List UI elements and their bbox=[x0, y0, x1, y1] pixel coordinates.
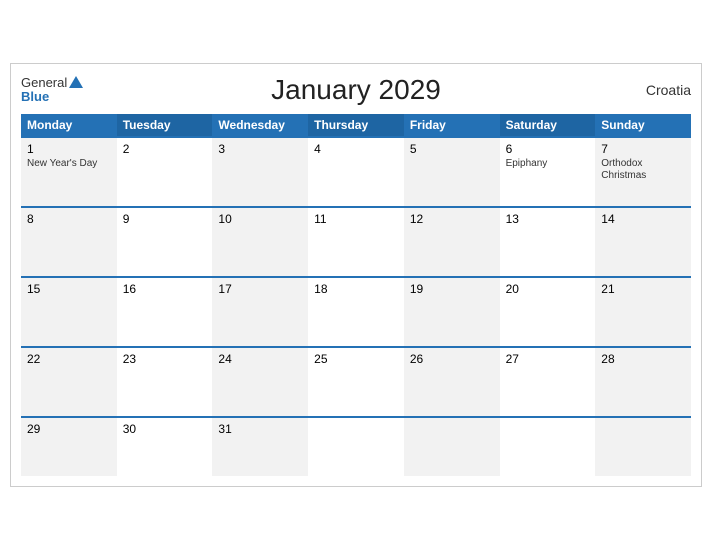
header-saturday: Saturday bbox=[500, 114, 596, 136]
day-number: 3 bbox=[218, 142, 302, 156]
logo-general-text: General bbox=[21, 76, 83, 90]
day-cell: 8 bbox=[21, 208, 117, 276]
day-number: 28 bbox=[601, 352, 685, 366]
day-number: 10 bbox=[218, 212, 302, 226]
day-cell: 18 bbox=[308, 278, 404, 346]
day-number: 22 bbox=[27, 352, 111, 366]
holiday-label: Epiphany bbox=[506, 158, 590, 170]
day-cell bbox=[595, 418, 691, 476]
day-number: 26 bbox=[410, 352, 494, 366]
calendar: General Blue January 2029 Croatia Monday… bbox=[10, 63, 702, 487]
day-cell bbox=[404, 418, 500, 476]
day-number: 6 bbox=[506, 142, 590, 156]
day-cell: 28 bbox=[595, 348, 691, 416]
day-cell: 20 bbox=[500, 278, 596, 346]
day-cell: 5 bbox=[404, 138, 500, 206]
day-number: 17 bbox=[218, 282, 302, 296]
day-number: 29 bbox=[27, 422, 111, 436]
day-cell bbox=[500, 418, 596, 476]
country-label: Croatia bbox=[646, 82, 691, 98]
day-number: 1 bbox=[27, 142, 111, 156]
day-number: 4 bbox=[314, 142, 398, 156]
day-cell: 2 bbox=[117, 138, 213, 206]
day-cell: 24 bbox=[212, 348, 308, 416]
day-number: 11 bbox=[314, 212, 398, 226]
week-row-2: 89 10 11 12 13 14 bbox=[21, 206, 691, 276]
day-cell: 19 bbox=[404, 278, 500, 346]
weeks-container: 1New Year's Day23456Epiphany7OrthodoxChr… bbox=[21, 136, 691, 476]
day-cell: 6 Epiphany bbox=[500, 138, 596, 206]
day-number: 9 bbox=[123, 212, 207, 226]
day-cell: 11 bbox=[308, 208, 404, 276]
day-number: 21 bbox=[601, 282, 685, 296]
day-number: 8 bbox=[27, 212, 111, 226]
day-cell bbox=[308, 418, 404, 476]
day-cell: 30 bbox=[117, 418, 213, 476]
header-wednesday: Wednesday bbox=[212, 114, 308, 136]
day-cell: 22 bbox=[21, 348, 117, 416]
day-cell: 3 bbox=[212, 138, 308, 206]
day-number: 16 bbox=[123, 282, 207, 296]
logo-triangle-icon bbox=[69, 76, 83, 88]
day-cell: 12 bbox=[404, 208, 500, 276]
header-friday: Friday bbox=[404, 114, 500, 136]
day-number: 13 bbox=[506, 212, 590, 226]
day-cell: 25 bbox=[308, 348, 404, 416]
day-number: 23 bbox=[123, 352, 207, 366]
week-row-3: 15 16 17 18 19 20 21 bbox=[21, 276, 691, 346]
day-number: 24 bbox=[218, 352, 302, 366]
day-cell: 4 bbox=[308, 138, 404, 206]
day-cell: 29 bbox=[21, 418, 117, 476]
week-row-5: 29 30 31 bbox=[21, 416, 691, 476]
holiday-label: OrthodoxChristmas bbox=[601, 158, 685, 182]
day-number: 27 bbox=[506, 352, 590, 366]
day-cell: 31 bbox=[212, 418, 308, 476]
day-number: 12 bbox=[410, 212, 494, 226]
day-cell: 10 bbox=[212, 208, 308, 276]
day-cell: 15 bbox=[21, 278, 117, 346]
day-cell: 23 bbox=[117, 348, 213, 416]
header-sunday: Sunday bbox=[595, 114, 691, 136]
day-cell: 21 bbox=[595, 278, 691, 346]
day-number: 2 bbox=[123, 142, 207, 156]
day-number: 25 bbox=[314, 352, 398, 366]
day-number: 31 bbox=[218, 422, 302, 436]
holiday-label: New Year's Day bbox=[27, 158, 111, 170]
day-number: 15 bbox=[27, 282, 111, 296]
day-number: 19 bbox=[410, 282, 494, 296]
day-number: 7 bbox=[601, 142, 685, 156]
logo: General Blue bbox=[21, 76, 83, 105]
day-number: 20 bbox=[506, 282, 590, 296]
day-number: 30 bbox=[123, 422, 207, 436]
day-cell: 17 bbox=[212, 278, 308, 346]
header-tuesday: Tuesday bbox=[117, 114, 213, 136]
day-number: 5 bbox=[410, 142, 494, 156]
day-cell: 16 bbox=[117, 278, 213, 346]
day-cell: 13 bbox=[500, 208, 596, 276]
day-cell: 9 bbox=[117, 208, 213, 276]
week-row-1: 1 New Year's Day 23456 Epiphany 7 OrthodoxChr… bbox=[21, 136, 691, 206]
day-cell: 26 bbox=[404, 348, 500, 416]
calendar-title: January 2029 bbox=[271, 74, 441, 106]
day-number: 14 bbox=[601, 212, 685, 226]
day-cell: 14 bbox=[595, 208, 691, 276]
day-cell: 27 bbox=[500, 348, 596, 416]
day-cell: 7 OrthodoxChristmas bbox=[595, 138, 691, 206]
calendar-header: General Blue January 2029 Croatia bbox=[21, 74, 691, 106]
day-headers-row: Monday Tuesday Wednesday Thursday Friday… bbox=[21, 114, 691, 136]
week-row-4: 22 23 24 25 26 27 28 bbox=[21, 346, 691, 416]
day-cell: 1 New Year's Day bbox=[21, 138, 117, 206]
header-monday: Monday bbox=[21, 114, 117, 136]
logo-blue-text: Blue bbox=[21, 90, 83, 104]
header-thursday: Thursday bbox=[308, 114, 404, 136]
day-number: 18 bbox=[314, 282, 398, 296]
